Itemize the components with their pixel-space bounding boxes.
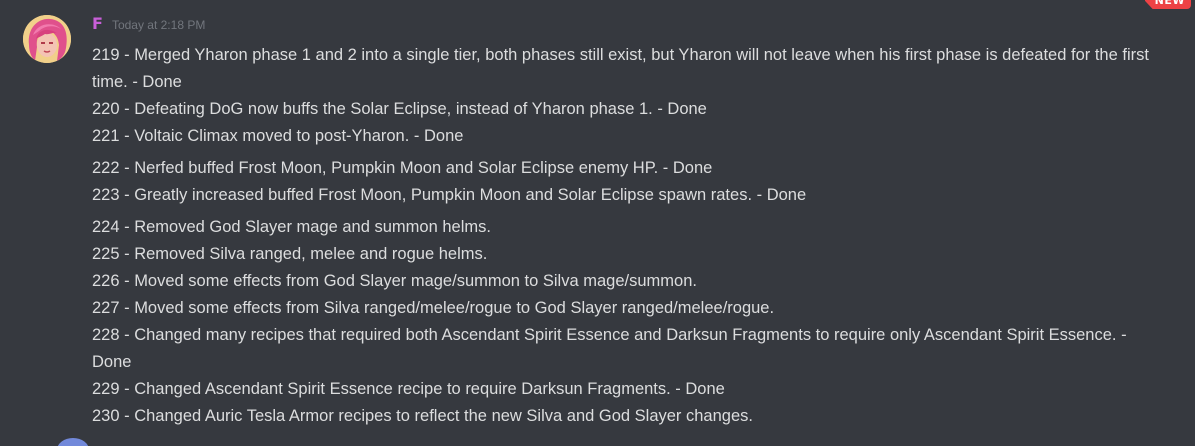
message-header: F Today at 2:18 PM — [92, 14, 205, 36]
message-line: 228 - Changed many recipes that required… — [92, 326, 1127, 371]
username[interactable]: F — [92, 14, 103, 33]
message-line: 224 - Removed God Slayer mage and summon… — [92, 218, 491, 236]
discord-avatar-icon — [57, 438, 89, 446]
message-line: 226 - Moved some effects from God Slayer… — [92, 272, 697, 290]
message-timestamp[interactable]: Today at 2:18 PM — [112, 18, 205, 32]
message-line: 230 - Changed Auric Tesla Armor recipes … — [92, 407, 753, 425]
message-line: 229 - Changed Ascendant Spirit Essence r… — [92, 380, 725, 398]
message-line: 227 - Moved some effects from Silva rang… — [92, 299, 775, 317]
message-line: 220 - Defeating DoG now buffs the Solar … — [92, 100, 707, 118]
message-line: 222 - Nerfed buffed Frost Moon, Pumpkin … — [92, 159, 713, 177]
message-line: 219 - Merged Yharon phase 1 and 2 into a… — [92, 46, 1149, 91]
chat-area: NEW F Today at 2:18 PM 219 - Merged Yhar… — [0, 0, 1195, 446]
avatar-image — [23, 15, 71, 63]
message-content: 219 - Merged Yharon phase 1 and 2 into a… — [92, 42, 1152, 430]
avatar[interactable] — [23, 15, 71, 63]
new-messages-badge[interactable]: NEW — [1144, 0, 1191, 9]
message-line: 221 - Voltaic Climax moved to post-Yharo… — [92, 127, 464, 145]
next-message-avatar-icon[interactable] — [56, 436, 90, 446]
message-line: 225 - Removed Silva ranged, melee and ro… — [92, 245, 488, 263]
message-line: 223 - Greatly increased buffed Frost Moo… — [92, 186, 807, 204]
